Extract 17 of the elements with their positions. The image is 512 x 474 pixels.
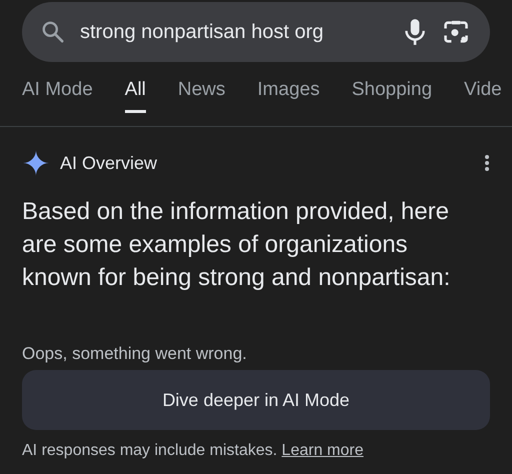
overview-title: AI Overview [60,152,158,174]
overview-summary: Based on the information provided, here are some examples of organizations known for being strong and nonpartisan: [22,197,452,293]
tab[interactable]: Shopping [352,79,432,113]
microphone-icon[interactable] [402,18,428,46]
tab[interactable]: News [178,79,226,113]
learn-more-link[interactable]: Learn more [282,442,364,459]
search-field[interactable]: strong nonpartisan host org [80,20,388,44]
more-options-icon[interactable] [484,154,490,172]
search-bar[interactable]: strong nonpartisan host org [22,2,490,62]
disclaimer: AI responses may include mistakes. Learn more [22,442,364,460]
tab[interactable]: AI Mode [22,79,93,113]
tab[interactable]: Vide [464,79,502,113]
tab[interactable]: All [124,79,146,113]
tab[interactable]: Images [257,79,320,113]
search-icon [40,19,66,45]
ai-mode-button[interactable]: Dive deeper in AI Mode [22,370,490,430]
error-message: Oops, something went wrong. [22,344,248,364]
